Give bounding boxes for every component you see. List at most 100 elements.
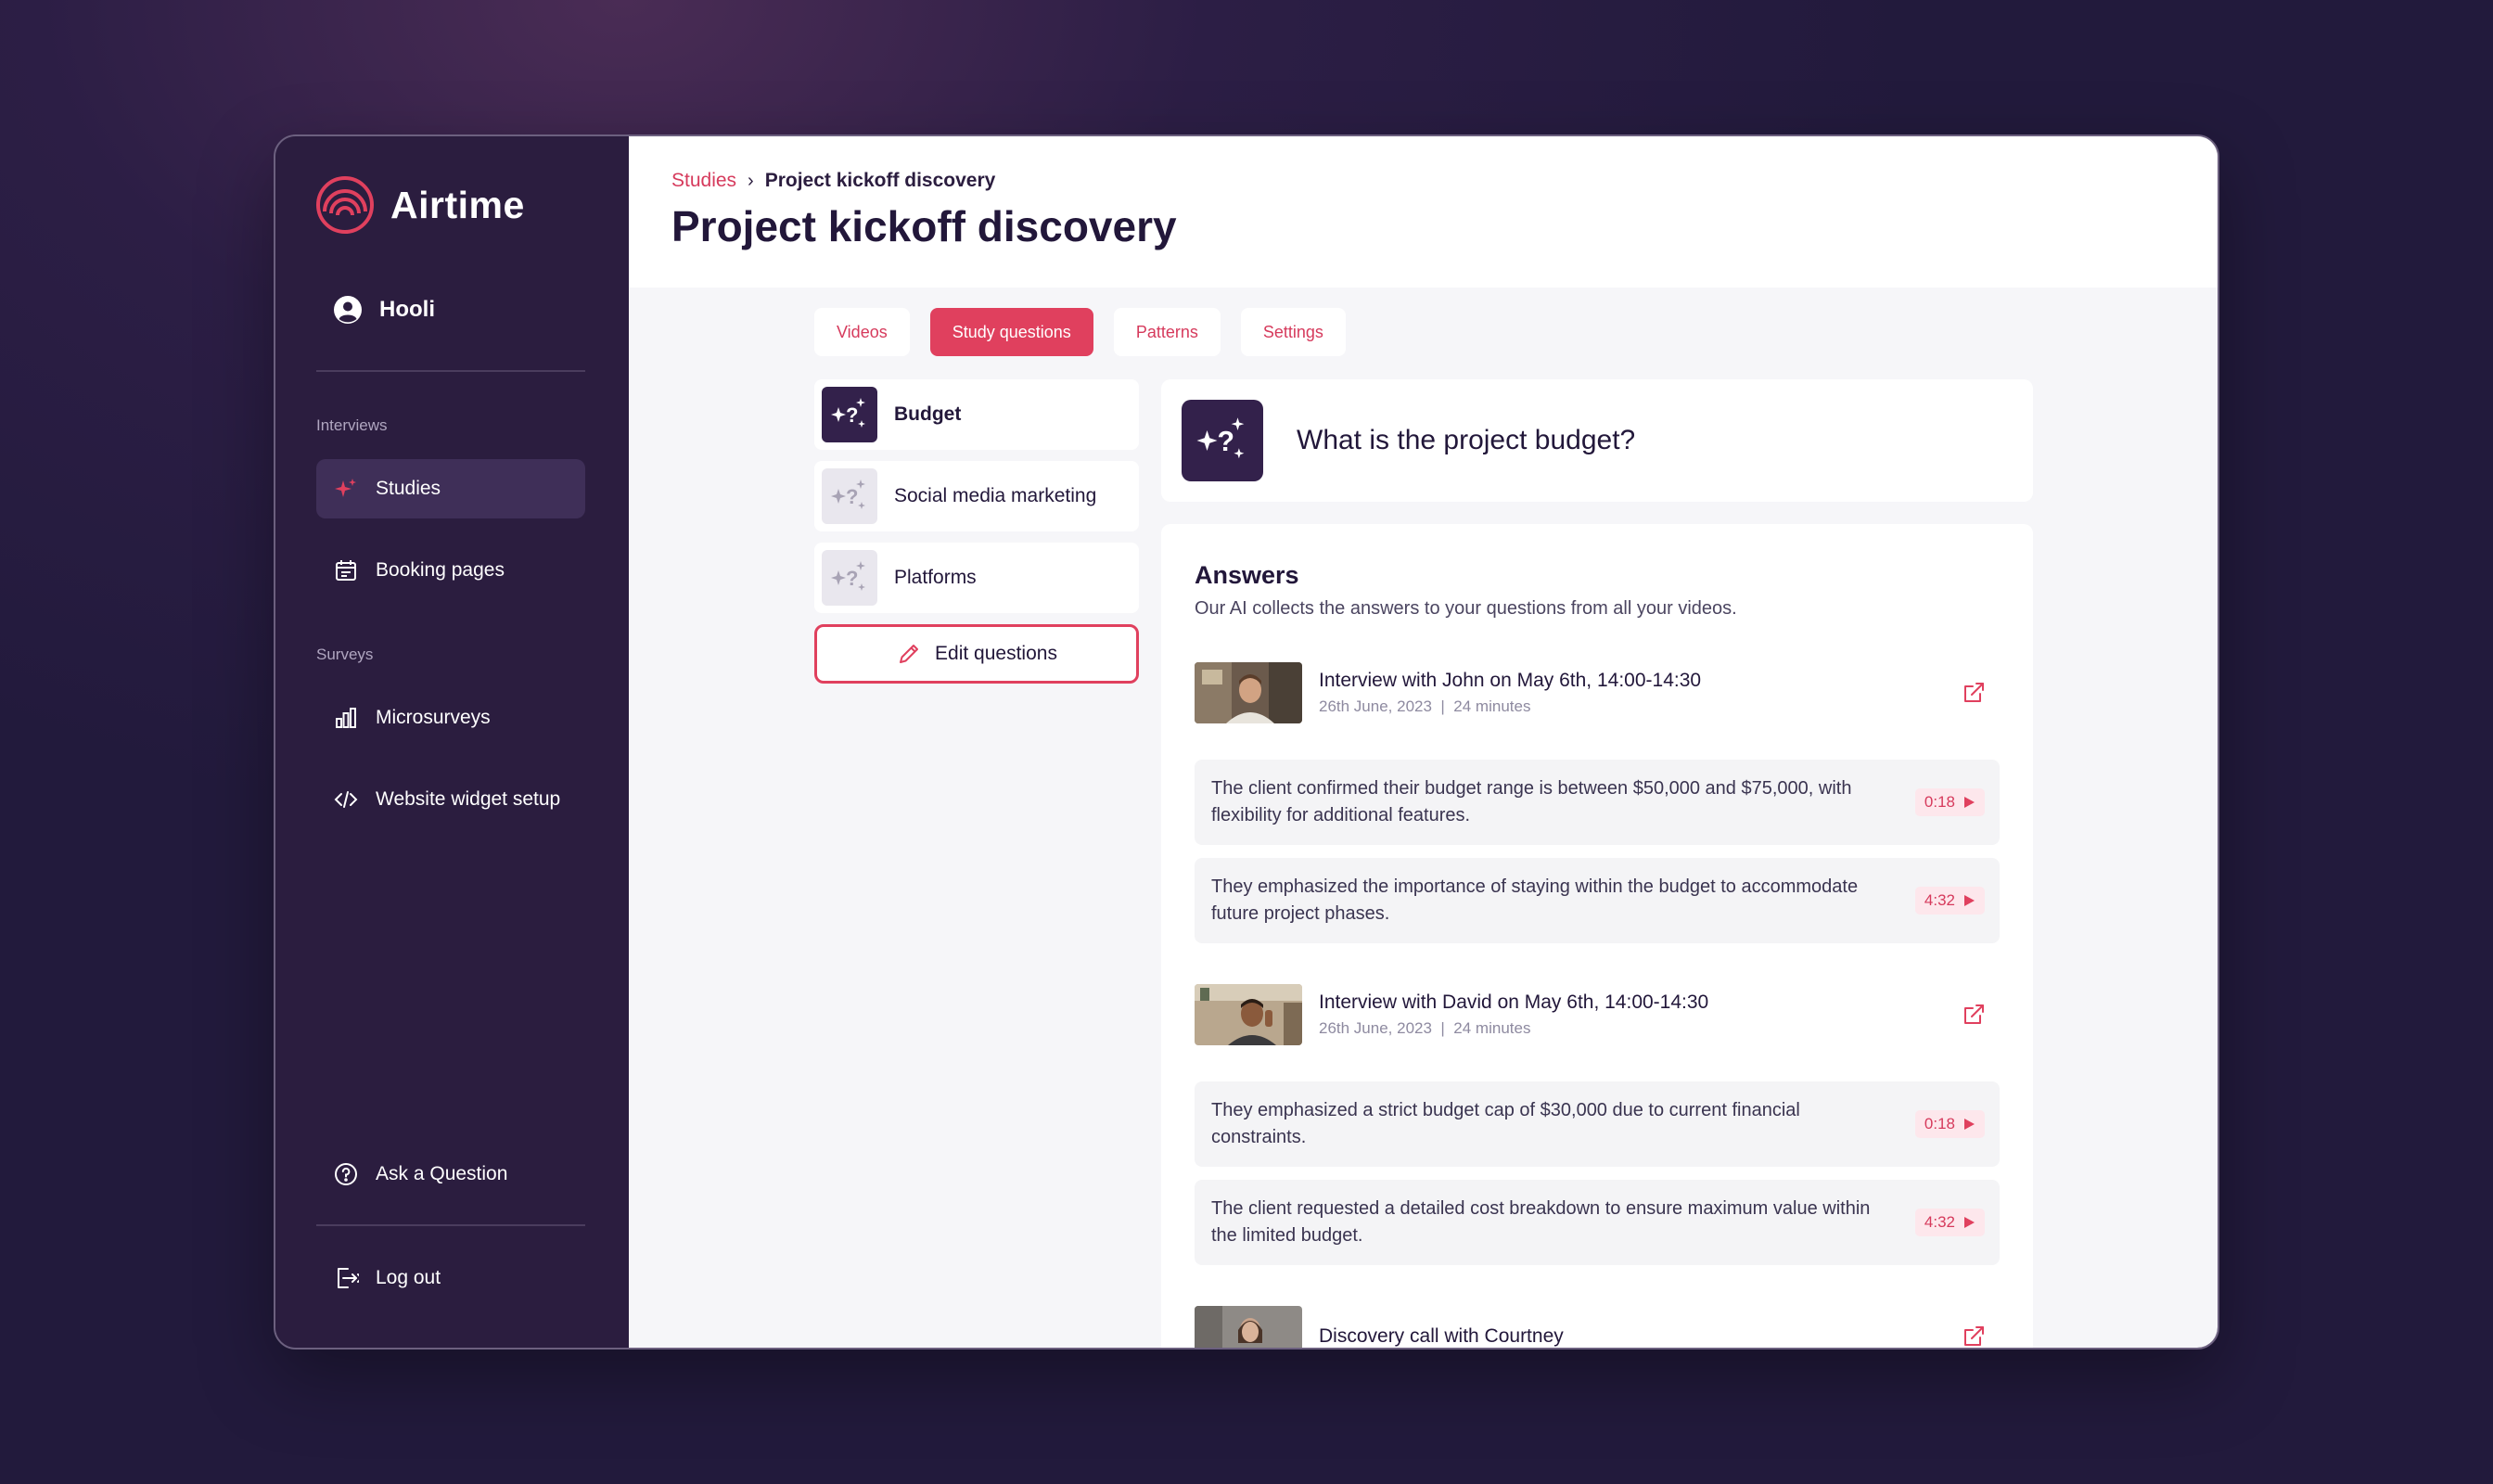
sidebar-divider: [316, 370, 585, 372]
timestamp-label: 4:32: [1924, 1213, 1955, 1231]
airtime-logo-icon: [316, 176, 374, 234]
play-icon: [1964, 1217, 1975, 1228]
interview-meta: 26th June, 2023 | 24 minutes: [1319, 1019, 1961, 1038]
sidebar-item-booking-pages[interactable]: Booking pages: [316, 541, 585, 600]
interview-meta: 26th June, 2023 | 24 minutes: [1319, 697, 1961, 716]
section-label-interviews: Interviews: [316, 416, 388, 434]
svg-text:?: ?: [1218, 427, 1234, 457]
external-link-icon[interactable]: [1961, 680, 1987, 706]
code-icon: [334, 791, 358, 808]
svg-text:?: ?: [846, 403, 858, 427]
interview-header: Interview with John on May 6th, 14:00-14…: [1195, 661, 2000, 724]
question-label: Social media marketing: [894, 485, 1097, 506]
question-item-social-media[interactable]: ? Social media marketing: [814, 461, 1139, 531]
logo[interactable]: Airtime: [316, 176, 525, 234]
play-icon: [1964, 1119, 1975, 1130]
interview-title[interactable]: Interview with John on May 6th, 14:00-14…: [1319, 670, 1961, 692]
timestamp-label: 0:18: [1924, 1115, 1955, 1132]
help-circle-icon: [335, 1163, 357, 1185]
interview-duration: 24 minutes: [1453, 697, 1531, 715]
account-name: Hooli: [379, 297, 435, 322]
tab-videos[interactable]: Videos: [814, 308, 910, 356]
question-label: Platforms: [894, 567, 977, 588]
tab-settings[interactable]: Settings: [1240, 308, 1346, 356]
sidebar-item-studies[interactable]: Studies: [316, 459, 585, 518]
breadcrumb-studies-link[interactable]: Studies: [671, 170, 736, 192]
question-sparkle-icon: ?: [822, 468, 877, 524]
interview-title[interactable]: Discovery call with Courtney: [1319, 1325, 1961, 1348]
main-content: Studies › Project kickoff discovery Proj…: [629, 136, 2218, 1348]
sparkle-icon: [335, 479, 356, 497]
video-thumbnail[interactable]: [1195, 1306, 1302, 1348]
answers-title: Answers: [1195, 561, 1299, 589]
timestamp-label: 4:32: [1924, 891, 1955, 909]
answer-item: They emphasized a strict budget cap of $…: [1195, 1081, 2000, 1167]
pencil-icon: [900, 645, 919, 663]
interview-header: Interview with David on May 6th, 14:00-1…: [1195, 983, 2000, 1046]
interview-info: Interview with David on May 6th, 14:00-1…: [1319, 991, 1961, 1038]
edit-questions-button[interactable]: Edit questions: [814, 624, 1139, 684]
question-list: ? Budget ? Social media marketing ? Plat…: [814, 379, 1139, 684]
account-switcher[interactable]: Hooli: [333, 295, 435, 325]
answer-text: The client confirmed their budget range …: [1211, 778, 1852, 825]
timestamp-play-button[interactable]: 4:32: [1914, 1209, 1985, 1236]
timestamp-play-button[interactable]: 0:18: [1914, 1110, 1985, 1138]
page-header: Studies › Project kickoff discovery Proj…: [629, 136, 2218, 288]
selected-question-card: ? What is the project budget?: [1161, 379, 2033, 502]
edit-questions-label: Edit questions: [935, 643, 1057, 664]
sidebar-item-microsurveys[interactable]: Microsurveys: [316, 688, 585, 748]
breadcrumb: Studies › Project kickoff discovery: [671, 170, 995, 192]
page-title: Project kickoff discovery: [671, 202, 1177, 250]
timestamp-play-button[interactable]: 0:18: [1914, 788, 1985, 816]
answer-item: They emphasized the importance of stayin…: [1195, 858, 2000, 943]
sidebar-item-website-widget[interactable]: Website widget setup: [316, 770, 585, 829]
question-label: Budget: [894, 403, 962, 425]
svg-text:?: ?: [846, 485, 858, 508]
question-item-budget[interactable]: ? Budget: [814, 379, 1139, 450]
app-window: Airtime Hooli Interviews Studies Booking…: [274, 134, 2219, 1350]
sidebar-item-label: Microsurveys: [376, 707, 491, 728]
sidebar-divider: [316, 1224, 585, 1226]
answer-text: The client requested a detailed cost bre…: [1211, 1198, 1871, 1246]
user-circle-icon: [334, 296, 362, 324]
interview-title[interactable]: Interview with David on May 6th, 14:00-1…: [1319, 991, 1961, 1014]
video-thumbnail[interactable]: [1195, 984, 1302, 1045]
sidebar: Airtime Hooli Interviews Studies Booking…: [275, 136, 629, 1348]
play-icon: [1964, 797, 1975, 808]
question-item-platforms[interactable]: ? Platforms: [814, 543, 1139, 613]
breadcrumb-current: Project kickoff discovery: [764, 170, 996, 191]
tab-patterns[interactable]: Patterns: [1113, 308, 1221, 356]
ask-question-label: Ask a Question: [376, 1163, 508, 1184]
answer-item: The client confirmed their budget range …: [1195, 760, 2000, 845]
logout-label: Log out: [376, 1267, 441, 1288]
bar-chart-icon: [336, 708, 356, 728]
meta-separator: |: [1436, 697, 1450, 715]
answers-panel: Answers Our AI collects the answers to y…: [1161, 524, 2033, 1350]
meta-separator: |: [1436, 1019, 1450, 1037]
calendar-icon: [336, 560, 356, 581]
answers-subtitle: Our AI collects the answers to your ques…: [1195, 598, 1737, 619]
question-sparkle-icon: ?: [822, 550, 877, 606]
brand-name: Airtime: [390, 183, 525, 226]
question-sparkle-icon: ?: [822, 387, 877, 442]
tab-bar: Videos Study questions Patterns Settings: [814, 308, 1346, 356]
timestamp-label: 0:18: [1924, 793, 1955, 811]
video-thumbnail[interactable]: [1195, 662, 1302, 723]
section-label-surveys: Surveys: [316, 646, 374, 663]
chevron-right-icon: ›: [748, 170, 754, 191]
question-sparkle-icon: ?: [1182, 400, 1263, 481]
interview-date: 26th June, 2023: [1319, 697, 1432, 715]
sidebar-item-label: Booking pages: [376, 559, 505, 581]
external-link-icon[interactable]: [1961, 1002, 1987, 1028]
external-link-icon[interactable]: [1961, 1324, 1987, 1350]
timestamp-play-button[interactable]: 4:32: [1914, 887, 1985, 915]
tab-study-questions[interactable]: Study questions: [929, 308, 1093, 356]
answer-text: They emphasized a strict budget cap of $…: [1211, 1100, 1800, 1147]
logout-icon: [338, 1268, 359, 1288]
sidebar-item-label: Studies: [376, 478, 441, 499]
ask-question-link[interactable]: Ask a Question: [316, 1145, 585, 1204]
interview-info: Discovery call with Courtney: [1319, 1325, 1961, 1348]
logout-button[interactable]: Log out: [316, 1248, 585, 1308]
interview-info: Interview with John on May 6th, 14:00-14…: [1319, 670, 1961, 716]
svg-text:?: ?: [846, 567, 858, 590]
